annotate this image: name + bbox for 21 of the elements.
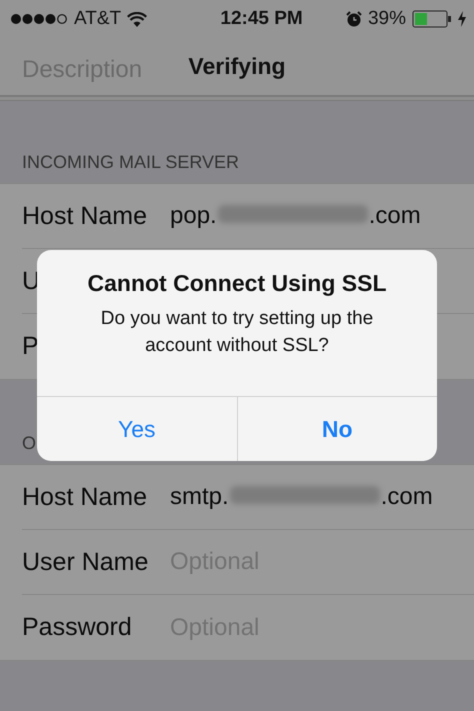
- carrier: AT&T: [74, 8, 122, 30]
- section-header: INCOMING MAIL SERVER: [22, 152, 240, 173]
- field-label: Password: [22, 613, 133, 642]
- wifi-icon: [127, 12, 148, 26]
- alert-button[interactable]: No: [236, 397, 437, 461]
- alarm-icon: [346, 11, 362, 27]
- nav-title: Verifying: [188, 53, 286, 80]
- alert-button[interactable]: Yes: [37, 397, 236, 461]
- field-label: User Name: [22, 548, 150, 576]
- section-header: O: [22, 433, 36, 454]
- host-value[interactable]: pop. .com: [170, 202, 421, 230]
- signal-icon: [10, 13, 68, 25]
- alert-title: Cannot Connect Using SSL: [88, 270, 386, 297]
- field-label: Host Name: [22, 482, 148, 512]
- field-label: Host Name: [22, 202, 148, 230]
- host-value[interactable]: smtp. .com: [170, 483, 433, 511]
- alert-message: Do you want to try setting up the account without SSL?: [100, 307, 374, 358]
- charging-bolt-icon: [458, 11, 466, 27]
- battery-percent: 39%: [368, 8, 406, 30]
- battery-icon: [412, 10, 452, 28]
- clock: 12:45 PM: [220, 8, 303, 30]
